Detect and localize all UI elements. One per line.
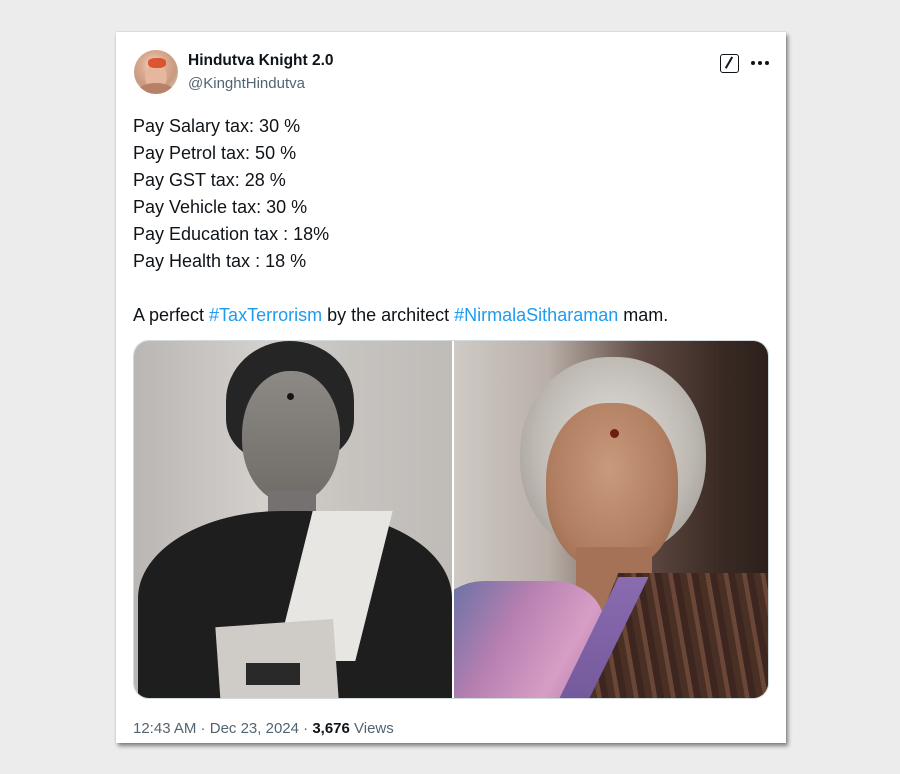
closing-prefix: A perfect <box>133 305 210 325</box>
avatar-cloth <box>138 83 174 94</box>
author-display-name[interactable]: Hindutva Knight 2.0 <box>188 52 334 70</box>
photo-vintage-portrait[interactable] <box>134 341 452 698</box>
tweet-closing-line: A perfect #TaxTerrorism by the architect… <box>133 302 773 329</box>
photo-book-label <box>246 663 300 685</box>
closing-suffix: mam. <box>618 305 669 325</box>
author-handle[interactable]: @KinghtHindutva <box>188 75 305 92</box>
more-icon[interactable] <box>750 53 770 73</box>
hashtag-link[interactable]: #TaxTerrorism <box>209 305 322 325</box>
tweet-card: Hindutva Knight 2.0 @KinghtHindutva Pay … <box>116 32 786 743</box>
views-count: 3,676 <box>312 720 350 737</box>
more-dot <box>758 61 762 65</box>
hashtag-link[interactable]: #NirmalaSitharaman <box>454 305 618 325</box>
timestamp-separator: · <box>196 720 210 737</box>
tweet-time[interactable]: 12:43 AM <box>133 720 196 737</box>
photo-book <box>215 618 339 698</box>
tweet-media[interactable] <box>133 340 769 699</box>
author-avatar[interactable] <box>134 50 178 94</box>
views-label: Views <box>349 720 394 737</box>
tweet-line: Pay GST tax: 28 % <box>133 170 286 190</box>
timestamp-separator: · <box>298 720 313 737</box>
photo-recent-portrait[interactable] <box>454 341 768 698</box>
tweet-timestamp[interactable]: 12:43 AM · Dec 23, 2024 · 3,676 Views <box>133 720 394 737</box>
tweet-text: Pay Salary tax: 30 % Pay Petrol tax: 50 … <box>133 113 773 329</box>
photo-face <box>242 371 340 503</box>
photo-face <box>546 403 678 571</box>
more-dot <box>751 61 755 65</box>
more-dot <box>765 61 769 65</box>
tweet-line: Pay Health tax : 18 % <box>133 251 307 271</box>
tweet-line: Pay Petrol tax: 50 % <box>133 143 297 163</box>
photo-bindi <box>610 429 619 438</box>
tweet-date[interactable]: Dec 23, 2024 <box>210 720 299 737</box>
tweet-line: Pay Salary tax: 30 % <box>133 116 301 136</box>
photo-bindi <box>287 393 294 400</box>
closing-middle: by the architect <box>322 305 455 325</box>
tweet-line: Pay Vehicle tax: 30 % <box>133 197 308 217</box>
edit-icon[interactable] <box>720 54 739 73</box>
avatar-tilak <box>148 58 166 68</box>
tweet-line: Pay Education tax : 18% <box>133 224 330 244</box>
